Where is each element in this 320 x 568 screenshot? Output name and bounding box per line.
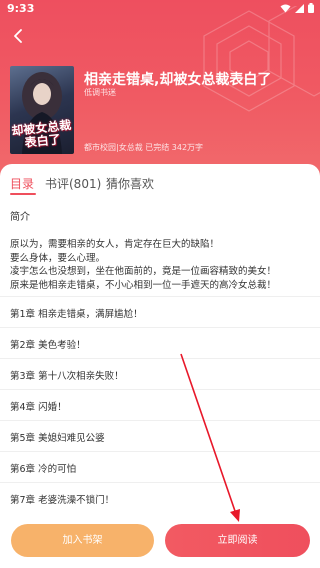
chapter-item[interactable]: 第7章 老婆洗澡不锁门！ [0,482,320,513]
active-tab-indicator [10,193,36,195]
tab-recommendations[interactable]: 猜你喜欢 [106,175,154,192]
signal-icon [295,3,304,13]
book-header: 9:33 却被女总裁表白了 相亲走错桌,却被女总裁表白了 低调书迷 都市校园|女… [0,0,320,178]
chapter-title: 第3章 第十八次相亲失败！ [10,371,124,382]
intro-line: 凌宇怎么也没想到，坐在他面前的，竟是一位画容精致的美女！ [10,266,277,277]
bottom-action-bar: 加入书架 立即阅读 [0,512,320,568]
book-cover[interactable]: 却被女总裁表白了 [10,66,74,154]
book-title: 相亲走错桌,却被女总裁表白了 [84,72,272,88]
chapter-title: 第1章 相亲走错桌，满屏尴尬！ [10,309,143,320]
wifi-icon [280,4,291,12]
add-to-shelf-button[interactable]: 加入书架 [11,524,154,557]
back-button[interactable] [8,26,28,46]
chapter-item[interactable]: 第1章 相亲走错桌，满屏尴尬！ [0,296,320,327]
read-now-button[interactable]: 立即阅读 [165,524,310,557]
tab-bar: 目录 书评(801) 猜你喜欢 [0,164,320,198]
battery-icon [308,3,314,13]
status-time: 9:33 [7,2,35,15]
chapter-item[interactable]: 第3章 第十八次相亲失败！ [0,358,320,389]
intro-line: 要么身体，要么心理。 [10,252,106,264]
book-meta: 都市校园|女总裁 已完结 342万字 [84,143,204,152]
tab-catalog[interactable]: 目录 [10,175,34,192]
book-author[interactable]: 低调书迷 [84,87,116,98]
chapter-title: 第2章 美色考验！ [10,340,86,351]
intro-text: 原以为，需要相亲的女人，肯定存在巨大的缺陷！ 要么身体，要么心理。 凌宇怎么也没… [10,238,310,292]
chapter-item[interactable]: 第5章 美媳妇难见公婆 [0,420,320,451]
chapter-title: 第5章 美媳妇难见公婆 [10,433,105,444]
status-icons [280,3,314,13]
book-detail-panel: 目录 书评(801) 猜你喜欢 简介 原以为，需要相亲的女人，肯定存在巨大的缺陷… [0,164,320,568]
intro-line: 原以为，需要相亲的女人，肯定存在巨大的缺陷！ [10,239,220,250]
chapter-item[interactable]: 第4章 闪婚！ [0,389,320,420]
hexagon-pattern-decoration [203,6,320,112]
chapter-title: 第7章 老婆洗澡不锁门！ [10,495,115,506]
intro-heading: 简介 [10,212,30,223]
tab-reviews[interactable]: 书评(801) [45,175,101,192]
back-arrow-icon [14,29,22,43]
chapter-item[interactable]: 第2章 美色考验！ [0,327,320,358]
status-bar: 9:33 [0,0,320,20]
chapter-title: 第6章 冷的可怕 [10,464,77,475]
intro-line: 原来是他相亲走错桌，不小心相到一位一手遮天的高冷女总裁！ [10,279,277,291]
chapter-title: 第4章 闪婚！ [10,402,67,413]
chapter-item[interactable]: 第6章 冷的可怕 [0,451,320,482]
